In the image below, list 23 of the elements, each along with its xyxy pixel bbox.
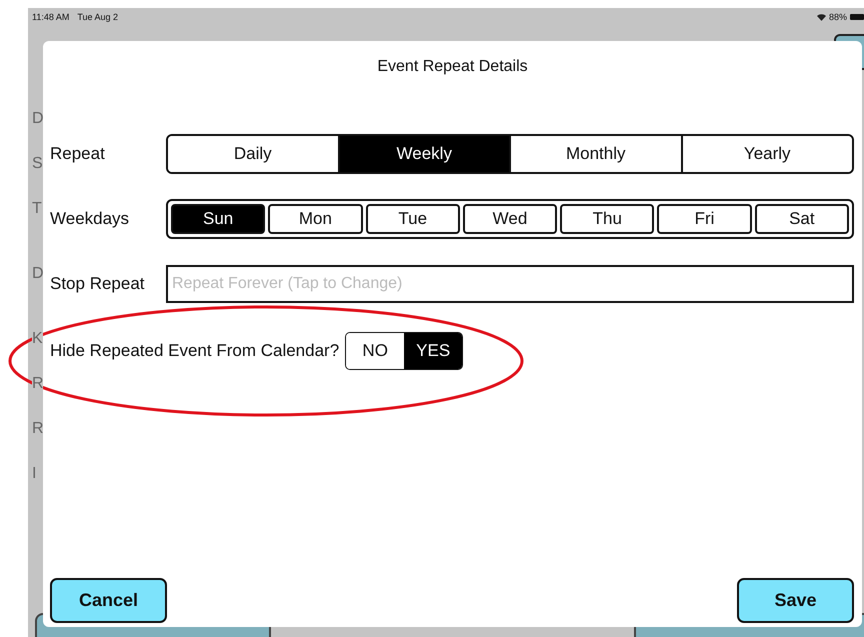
weekday-button[interactable]: Tue: [366, 204, 460, 234]
weekday-button[interactable]: Wed: [462, 204, 558, 234]
status-date: Tue Aug 2: [77, 12, 118, 22]
weekday-button[interactable]: Sat: [754, 204, 849, 234]
input-field[interactable]: Repeat Forever (Tap to Change): [166, 265, 854, 303]
field-label: Weekdays: [50, 209, 130, 229]
field-label: Hide Repeated Event From Calendar?: [50, 341, 340, 361]
cancel-button[interactable]: Cancel: [50, 578, 167, 623]
weekday-button[interactable]: Sun: [171, 204, 266, 234]
weekday-button[interactable]: Mon: [268, 204, 363, 234]
weekday-button[interactable]: Thu: [560, 204, 654, 234]
status-time: 11:48 AM: [32, 12, 70, 22]
segment-tab[interactable]: Yearly: [680, 136, 852, 172]
battery-icon: [850, 14, 864, 20]
toggle-option[interactable]: YES: [404, 333, 462, 369]
dialog-title: Event Repeat Details: [377, 58, 528, 76]
weekday-button[interactable]: Fri: [657, 204, 752, 234]
field-label: Repeat: [50, 144, 106, 164]
segment-tab[interactable]: Weekly: [338, 136, 509, 172]
field-label: Stop Repeat: [50, 274, 146, 294]
battery-percent: 88%: [828, 12, 847, 22]
wifi-icon: [816, 14, 826, 20]
save-button[interactable]: Save: [737, 578, 854, 623]
